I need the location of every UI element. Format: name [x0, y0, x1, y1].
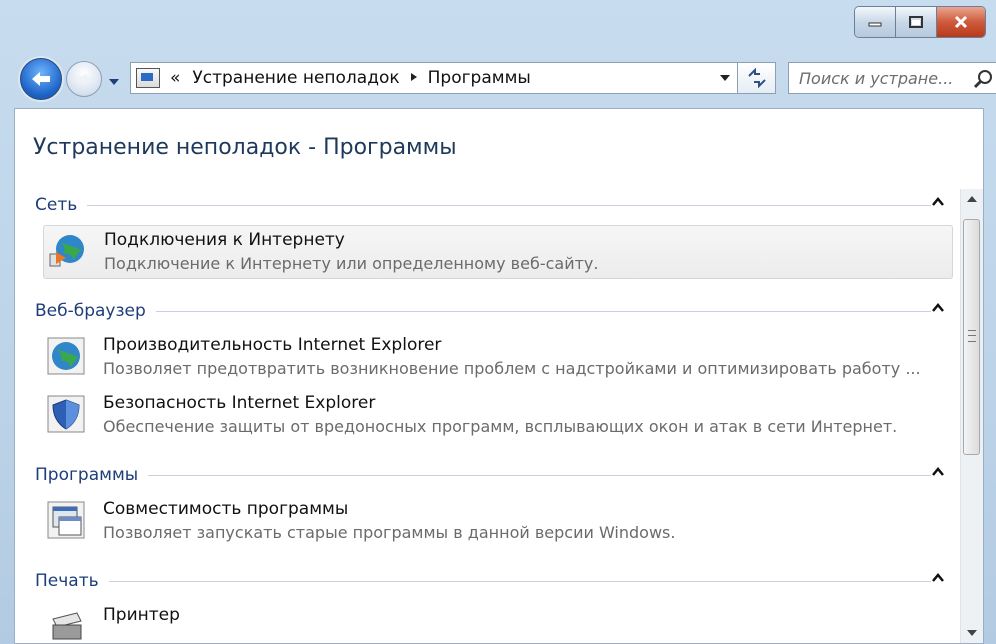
chevron-down-icon: [720, 75, 730, 81]
chevron-up-icon[interactable]: [931, 303, 945, 313]
scroll-up-button[interactable]: [961, 189, 983, 209]
item-title: Производительность Internet Explorer: [103, 335, 442, 355]
scroll-down-button[interactable]: [961, 623, 983, 643]
section-header-web-browser[interactable]: Веб-браузер: [35, 299, 944, 323]
printer-icon: [52, 612, 82, 640]
address-bar[interactable]: « Устранение неполадок Программы: [130, 62, 738, 94]
vertical-scrollbar[interactable]: [960, 189, 983, 643]
section-label: Программы: [35, 465, 139, 485]
refresh-button[interactable]: [738, 62, 776, 94]
address-dropdown-button[interactable]: [713, 63, 737, 93]
item-title: Принтер: [103, 605, 180, 625]
section-label: Сеть: [35, 195, 78, 215]
troubleshooter-ie-security[interactable]: Безопасность Internet Explorer Обеспечен…: [43, 389, 953, 443]
divider: [87, 204, 931, 206]
search-input[interactable]: [797, 67, 977, 89]
grip-icon: [968, 330, 976, 342]
forward-button[interactable]: [66, 61, 102, 97]
chevron-up-icon[interactable]: [931, 573, 945, 583]
refresh-icon: [747, 68, 766, 88]
close-icon: [954, 15, 968, 29]
chevron-up-icon[interactable]: [931, 467, 945, 477]
troubleshooter-printer[interactable]: Принтер: [43, 601, 953, 643]
shield-icon: [47, 395, 85, 433]
breadcrumb: « Устранение неполадок Программы: [170, 68, 531, 88]
troubleshooter-ie-performance[interactable]: Производительность Internet Explorer Поз…: [43, 331, 953, 385]
arrow-left-icon: [32, 72, 50, 86]
scroll-down-icon: [967, 630, 977, 636]
breadcrumb-separator-icon[interactable]: [410, 71, 418, 86]
back-button[interactable]: [20, 58, 62, 100]
divider: [155, 310, 931, 312]
maximize-icon: [909, 16, 923, 28]
section-header-programs[interactable]: Программы: [35, 463, 944, 487]
page-title: Устранение неполадок - Программы: [33, 135, 457, 160]
recent-pages-button[interactable]: [108, 72, 120, 91]
program-compat-icon: [47, 501, 85, 539]
maximize-button[interactable]: [896, 7, 937, 37]
breadcrumb-overflow[interactable]: «: [170, 68, 180, 88]
item-description: Обеспечение защиты от вредоносных програ…: [103, 417, 898, 436]
chevron-up-icon[interactable]: [931, 197, 945, 207]
scrollbar-thumb[interactable]: [963, 219, 980, 455]
window-caption-buttons: [854, 6, 986, 38]
navigation-bar: « Устранение неполадок Программы: [20, 58, 996, 100]
network-globe-icon: [49, 235, 84, 267]
search-box[interactable]: [788, 62, 996, 94]
item-title: Подключения к Интернету: [104, 230, 345, 250]
troubleshooter-program-compatibility[interactable]: Совместимость программы Позволяет запуск…: [43, 495, 953, 549]
search-icon[interactable]: [973, 69, 993, 89]
divider: [148, 474, 931, 476]
arrow-right-icon: [77, 73, 91, 85]
item-title: Безопасность Internet Explorer: [103, 393, 376, 413]
control-panel-icon: [136, 68, 160, 88]
chevron-down-icon: [109, 79, 119, 85]
globe-icon: [47, 337, 85, 375]
troubleshooter-internet-connections[interactable]: Подключения к Интернету Подключение к Ин…: [43, 225, 953, 279]
breadcrumb-item-troubleshooting[interactable]: Устранение неполадок: [192, 68, 399, 88]
minimize-button[interactable]: [855, 7, 896, 37]
minimize-icon: [868, 22, 882, 27]
divider: [108, 580, 931, 582]
section-header-printing[interactable]: Печать: [35, 569, 944, 593]
breadcrumb-item-programs[interactable]: Программы: [428, 68, 531, 88]
content-pane: Устранение неполадок - Программы Сеть По…: [14, 108, 984, 644]
close-button[interactable]: [937, 7, 985, 37]
item-description: Позволяет запускать старые программы в д…: [103, 523, 676, 542]
section-label: Веб-браузер: [35, 301, 146, 321]
section-label: Печать: [35, 571, 99, 591]
section-header-network[interactable]: Сеть: [35, 193, 944, 217]
item-description: Подключение к Интернету или определенном…: [104, 254, 599, 273]
item-description: Позволяет предотвратить возникновение пр…: [103, 359, 921, 378]
scroll-up-icon: [967, 196, 977, 202]
item-title: Совместимость программы: [103, 499, 349, 519]
